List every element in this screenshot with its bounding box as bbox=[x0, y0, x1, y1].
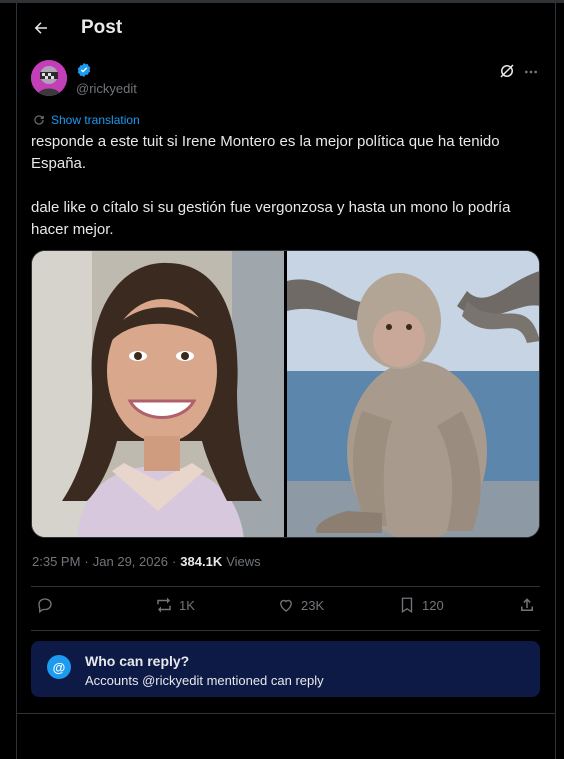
photo-monkey[interactable] bbox=[287, 251, 539, 537]
display-name-row bbox=[76, 62, 92, 78]
divider bbox=[17, 713, 555, 714]
like-count: 23K bbox=[301, 597, 325, 613]
column-border-left bbox=[16, 3, 17, 759]
show-translation-link[interactable]: Show translation bbox=[32, 113, 140, 127]
share-button[interactable] bbox=[518, 596, 536, 614]
more-button[interactable] bbox=[521, 62, 541, 82]
bookmark-button[interactable]: 120 bbox=[398, 596, 444, 614]
back-button[interactable] bbox=[27, 14, 55, 42]
reply-icon bbox=[38, 598, 52, 614]
reply-restriction-description: Accounts @rickyedit mentioned can reply bbox=[85, 673, 324, 688]
action-bar: 1K 23K 120 bbox=[31, 596, 540, 622]
photo-woman[interactable] bbox=[32, 251, 284, 537]
repost-icon bbox=[157, 597, 171, 613]
avatar[interactable] bbox=[31, 60, 67, 96]
repost-count: 1K bbox=[179, 597, 195, 613]
page-title: Post bbox=[81, 17, 123, 38]
repost-button[interactable]: 1K bbox=[155, 596, 195, 614]
show-translation-label: Show translation bbox=[51, 113, 140, 127]
bookmark-count: 120 bbox=[422, 597, 444, 613]
post-meta: 2:35 PM · Jan 29, 2026 · 384.1K Views bbox=[32, 554, 261, 569]
like-button[interactable]: 23K bbox=[277, 596, 324, 614]
author-row: @rickyedit bbox=[31, 60, 541, 100]
avatar-image bbox=[31, 60, 67, 96]
reply-restriction-notice: @ Who can reply? Accounts @rickyedit men… bbox=[31, 641, 540, 697]
top-border bbox=[0, 0, 564, 3]
tweet-text: responde a este tuit si Irene Montero es… bbox=[31, 131, 541, 241]
views-label: Views bbox=[226, 554, 261, 569]
monkey-image bbox=[287, 251, 539, 537]
author-handle[interactable]: @rickyedit bbox=[76, 81, 137, 96]
mention-icon: @ bbox=[47, 655, 71, 679]
tweet-paragraph-1: responde a este tuit si Irene Montero es… bbox=[31, 133, 500, 172]
post-date[interactable]: Jan 29, 2026 bbox=[93, 554, 168, 569]
reply-button[interactable] bbox=[36, 596, 60, 614]
arrow-left-icon bbox=[34, 22, 47, 34]
meta-separator: · bbox=[84, 554, 89, 569]
grok-button[interactable] bbox=[498, 62, 518, 82]
media-grid bbox=[31, 250, 540, 538]
heart-icon bbox=[280, 599, 292, 612]
divider bbox=[31, 586, 540, 587]
header: Post bbox=[17, 8, 555, 48]
verified-badge-icon bbox=[77, 63, 91, 77]
divider bbox=[31, 630, 540, 631]
tweet-paragraph-2: dale like o cítalo si su gestión fue ver… bbox=[31, 199, 511, 238]
more-icon bbox=[525, 70, 537, 74]
woman-portrait-image bbox=[32, 251, 284, 537]
post-page: Post @rickyedit Show translation respond… bbox=[0, 0, 564, 759]
views-count: 384.1K bbox=[180, 554, 223, 569]
post-time[interactable]: 2:35 PM bbox=[32, 554, 80, 569]
bookmark-icon bbox=[401, 597, 413, 614]
grok-icon bbox=[500, 64, 514, 78]
column-border-right bbox=[555, 3, 556, 759]
share-icon bbox=[521, 598, 533, 611]
meta-separator-2: · bbox=[171, 554, 177, 569]
reply-restriction-title: Who can reply? bbox=[85, 653, 190, 669]
translate-icon bbox=[34, 115, 44, 125]
